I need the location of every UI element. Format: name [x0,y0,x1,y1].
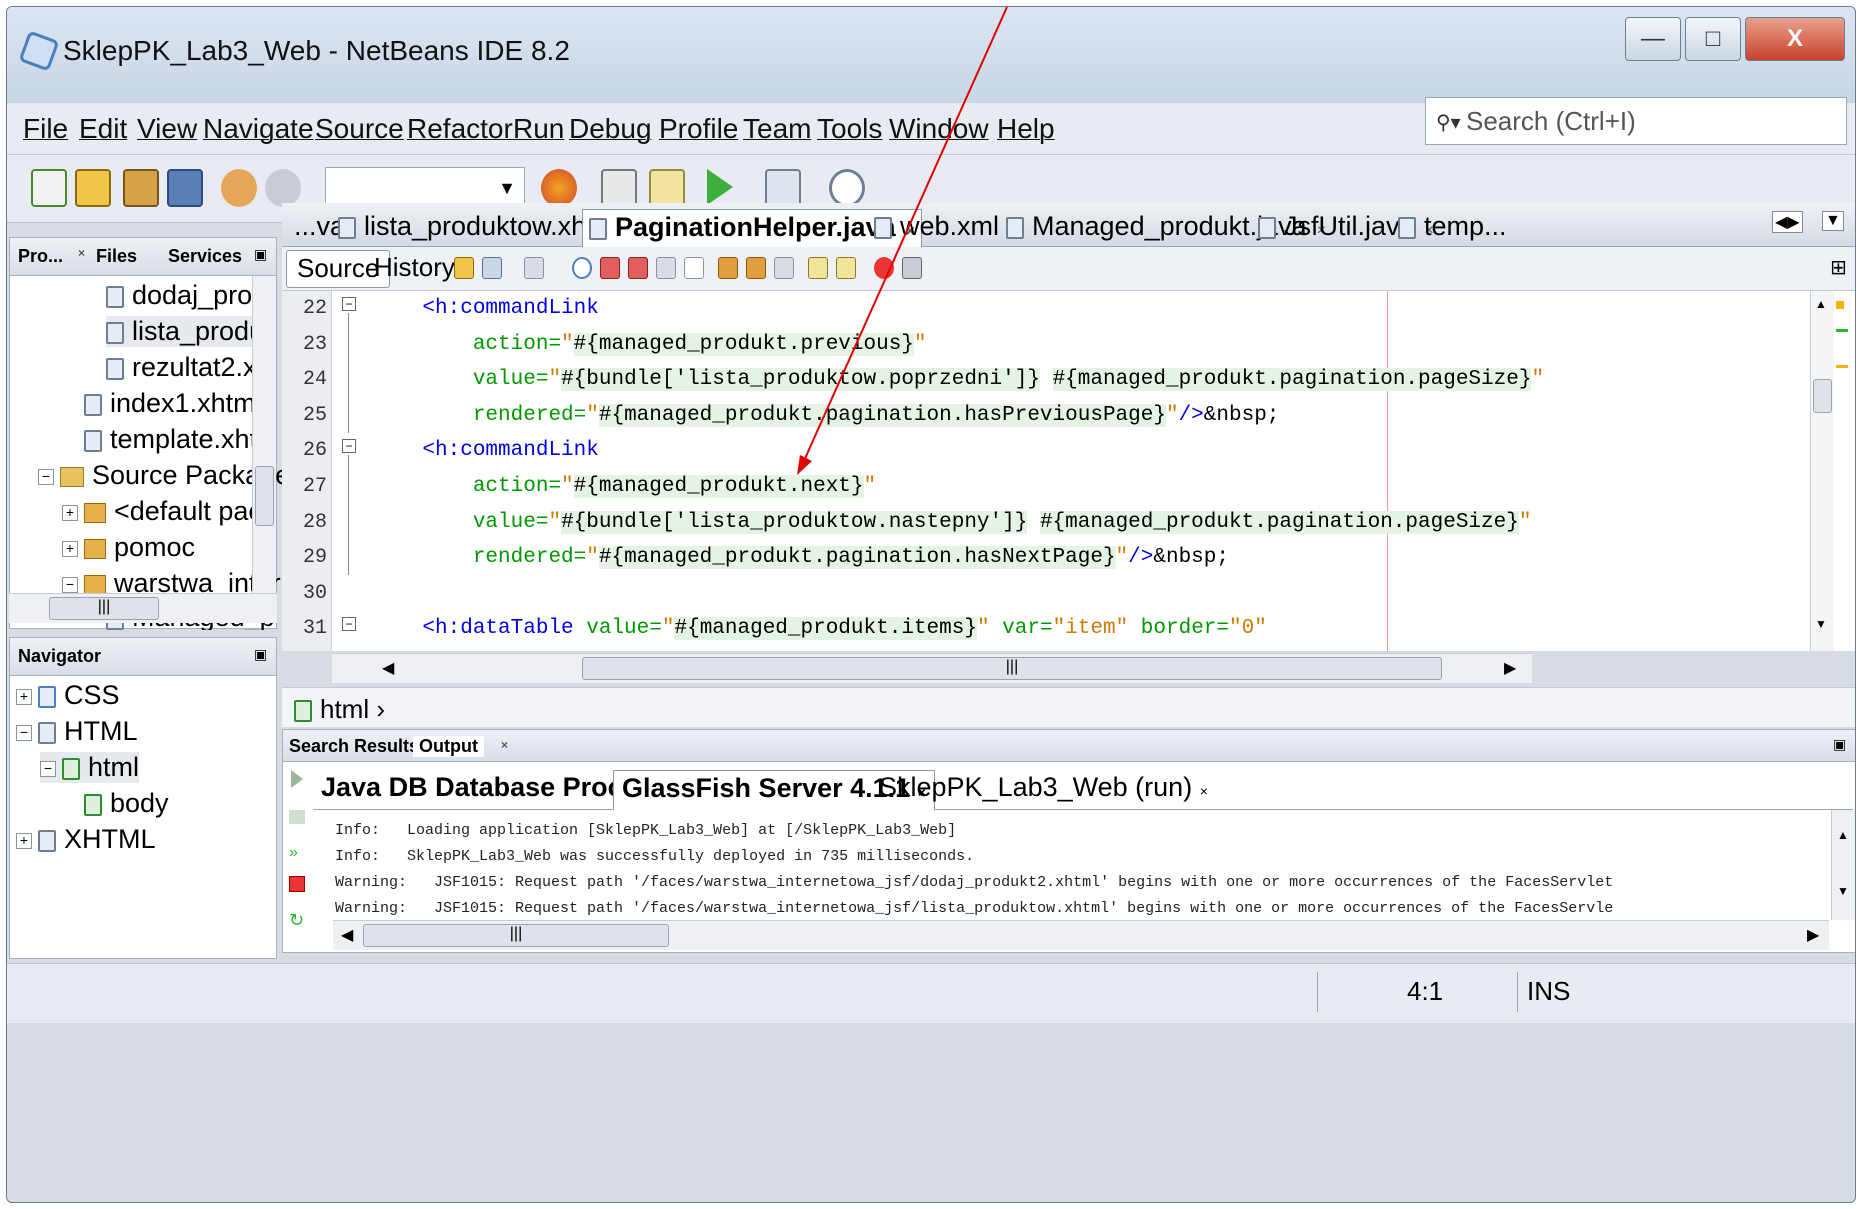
xhtml-icon [38,829,56,852]
output-line: Warning: JSF1015: Request path '/faces/w… [335,900,1614,917]
scrollbar-thumb[interactable]: ||| [363,924,669,947]
stop-icon[interactable] [289,876,305,892]
minimize-panel-icon[interactable]: ▣ [1833,736,1846,753]
nav-item-html-tag[interactable]: − html [40,752,140,783]
insert-mode[interactable]: INS [1527,976,1570,1007]
annotation-arrow [797,7,1008,475]
nav-item-label: HTML [64,716,138,746]
tab-output[interactable]: Output [413,736,484,757]
subtab-label: SklepPK_Lab3_Web (run) [879,772,1193,802]
nav-item-body[interactable]: body [84,788,169,819]
nav-item-xhtml[interactable]: + XHTML [16,824,156,855]
subtab-sklep-run[interactable]: SklepPK_Lab3_Web (run) × [871,770,1216,810]
html-icon [38,721,56,744]
output-window-tabs: Search Results Output × ▣ [283,730,1855,762]
output-subtabs: Java DB Database Process × GlassFish Ser… [313,766,1853,810]
scroll-up-icon[interactable]: ▲ [1837,828,1849,842]
scroll-down-icon[interactable]: ▼ [1837,884,1849,898]
tab-search-results[interactable]: Search Results [289,736,419,757]
collapse-icon[interactable]: − [40,760,56,777]
nav-item-html[interactable]: − HTML [16,716,138,747]
status-bar: 4:1 INS [7,963,1855,1023]
tag-icon [84,793,102,816]
refresh-icon[interactable]: ↻ [289,910,304,931]
close-icon[interactable]: × [501,738,508,752]
tag-icon [62,757,80,780]
collapse-icon[interactable]: − [16,724,32,741]
output-actions: » ↻ [289,770,309,950]
output-horizontal-scrollbar[interactable]: ◀ ||| ▶ [333,920,1829,950]
output-line: Info: SklepPK_Lab3_Web was successfully … [335,848,975,865]
rerun-with-args-icon[interactable] [289,810,305,824]
fast-forward-icon[interactable]: » [289,844,298,862]
output-vertical-scrollbar[interactable]: ▲ ▼ [1831,810,1855,920]
rerun-icon[interactable] [291,770,303,788]
nav-item-label: html [88,752,140,782]
caret-position: 4:1 [1407,976,1444,1006]
output-line: Warning: JSF1015: Request path '/faces/w… [335,874,1614,891]
scroll-right-icon[interactable]: ▶ [1807,925,1819,945]
subtab-label: GlassFish Server 4.1.1 [622,773,911,803]
output-panel: Search Results Output × ▣ » ↻ Java DB Da… [282,729,1855,953]
nav-item-label: XHTML [64,824,156,854]
output-line: Info: Loading application [SklepPK_Lab3_… [335,822,957,839]
scroll-left-icon[interactable]: ◀ [341,925,353,945]
close-icon[interactable]: × [1200,783,1208,799]
ide-window: SklepPK_Lab3_Web - NetBeans IDE 8.2 — □ … [6,6,1856,1203]
nav-item-label: body [110,788,169,818]
expand-icon[interactable]: + [16,832,32,849]
